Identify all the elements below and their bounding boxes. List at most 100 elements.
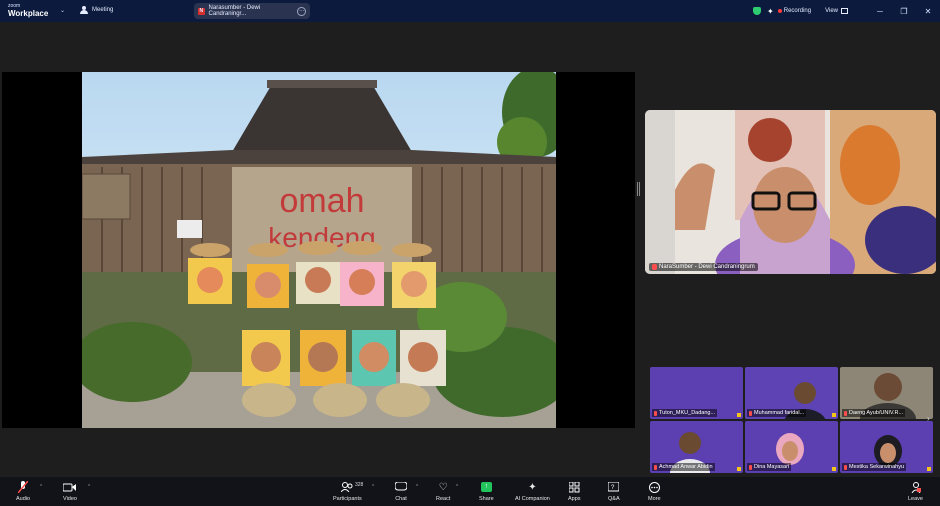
participant-name-tag: Tuton_MKU_Dadang... [652,409,718,417]
ai-companion-button[interactable]: ✦ AI Companion [515,481,550,503]
status-marker-icon [737,467,741,471]
share-label: Share [479,496,494,502]
participant-name: Dina Mayasari [754,464,790,470]
mic-muted-icon [844,410,847,416]
mic-muted-icon [749,410,752,416]
maximize-button[interactable]: ❐ [892,7,916,16]
mic-muted-icon [654,464,657,470]
logo-workplace-text: Workplace [8,9,49,18]
react-button[interactable]: ♡ React [436,481,451,503]
chat-options-caret-icon[interactable]: ⌃ [415,484,419,490]
meeting-toolbar: Audio ⌃ Video ⌃ Participants 328 ⌃ Chat … [0,477,940,506]
leave-label: Leave [908,496,923,502]
status-marker-icon [927,467,931,471]
shared-screen-label: Narasumber - Dewi Candraningr... [208,5,261,17]
video-button[interactable]: Video [63,481,77,502]
react-options-caret-icon[interactable]: ⌃ [455,484,459,490]
participant-name: Muhammad faridal... [754,410,805,416]
panel-resize-handle[interactable] [637,182,640,196]
view-label: View [825,8,838,14]
status-marker-icon [832,413,836,417]
participant-name-tag: Muhammad faridal... [747,409,807,417]
speaker-name-tag: NaraSumber - Dewi Candraningrum [649,263,758,271]
participant-name: Mestika Sekarwinahyu [849,464,905,470]
apps-button[interactable]: Apps [568,481,581,502]
more-dots-icon [648,481,660,493]
meeting-label: Meeting [92,7,114,13]
qa-button[interactable]: ? Q&A [608,481,620,502]
ai-sparkle-icon: ✦ [528,481,537,493]
speaker-video-frame [645,110,936,274]
meeting-person-icon [80,6,88,14]
status-marker-icon [832,467,836,471]
participant-name-tag: Dina Mayasari [747,463,792,471]
audio-label: Audio [16,496,31,502]
qa-label: Q&A [608,496,620,502]
recording-label: Recording [783,8,812,14]
mic-muted-icon [18,481,29,493]
qa-icon: ? [608,481,620,493]
video-label: Video [63,496,77,502]
participant-tile[interactable]: Daeng Ayub/UNIV.R... [840,367,933,419]
mic-muted-icon [654,410,657,416]
encryption-shield-icon[interactable] [753,7,762,15]
share-screen-icon: ↑ [480,481,492,493]
mic-muted-icon [652,264,657,270]
close-button[interactable]: ✕ [916,7,940,16]
participant-tile[interactable]: Dina Mayasari [745,421,838,473]
sign-omah-text: omah [279,182,364,220]
meeting-stage: omah kendeng NaraSumber - Dewi Candranin… [0,22,940,477]
participant-tile[interactable]: Muhammad faridal... [745,367,838,419]
pdf-app-icon: N [198,7,205,15]
svg-text:?: ? [611,485,615,491]
react-label: React [436,496,451,502]
more-button[interactable]: More [648,481,661,502]
participant-name: Daeng Ayub/UNIV.R... [849,410,904,416]
zoom-workplace-logo: zoom Workplace [8,3,49,18]
apps-label: Apps [568,496,581,502]
shared-screen-tab[interactable]: N Narasumber - Dewi Candraningr... ··· [194,3,310,19]
shared-screen-area[interactable]: omah kendeng [2,72,635,428]
view-button[interactable]: View [825,8,848,14]
participant-name: Tuton_MKU_Dadang... [659,410,716,416]
participant-gallery: Tuton_MKU_Dadang... Muhammad faridal... … [650,367,933,473]
chat-label: Chat [395,496,407,502]
audio-options-caret-icon[interactable]: ⌃ [39,484,43,490]
chat-bubble-icon [395,481,407,493]
photo-illustration: omah kendeng [82,72,556,428]
meeting-menu[interactable]: Meeting [80,6,113,14]
recording-indicator[interactable]: Recording [777,8,812,14]
gallery-next-icon[interactable]: › [927,414,930,423]
chat-button[interactable]: Chat [395,481,407,502]
participant-tile[interactable]: Mestika Sekarwinahyu [840,421,933,473]
participant-name-tag: Achmad Anwar Abidin [652,463,715,471]
mic-muted-icon [844,464,847,470]
chevron-down-icon[interactable]: ⌄ [60,7,65,14]
participant-name-tag: Mestika Sekarwinahyu [842,463,907,471]
audio-button[interactable]: Audio [16,481,30,502]
mic-muted-icon [749,464,752,470]
participant-tile[interactable]: Tuton_MKU_Dadang... [650,367,743,419]
participants-options-caret-icon[interactable]: ⌃ [371,484,375,490]
recording-dot-icon [777,9,782,13]
participant-name-tag: Daeng Ayub/UNIV.R... [842,409,906,417]
title-bar: zoom Workplace ⌄ Meeting N Narasumber - … [0,0,940,22]
ai-sparkle-icon[interactable]: ✦ [767,7,774,16]
minimize-button[interactable]: ─ [868,7,892,16]
participant-tile[interactable]: Achmad Anwar Abidin [650,421,743,473]
leave-button[interactable]: Leave [908,481,923,502]
speaker-name: NaraSumber - Dewi Candraningrum [659,264,755,270]
video-options-caret-icon[interactable]: ⌃ [87,484,91,490]
participants-icon [341,481,353,493]
participants-label: Participants [333,496,362,502]
status-marker-icon [737,413,741,417]
active-speaker-video[interactable]: NaraSumber - Dewi Candraningrum [645,110,936,274]
heart-icon: ♡ [438,481,448,493]
share-button[interactable]: ↑ Share [479,481,494,502]
participants-count: 328 [355,482,364,488]
ai-companion-label: AI Companion [515,496,550,502]
zoom-window: zoom Workplace ⌄ Meeting N Narasumber - … [0,0,940,506]
more-label: More [648,496,661,502]
more-options-icon[interactable]: ··· [297,6,306,16]
apps-grid-icon [568,481,580,493]
